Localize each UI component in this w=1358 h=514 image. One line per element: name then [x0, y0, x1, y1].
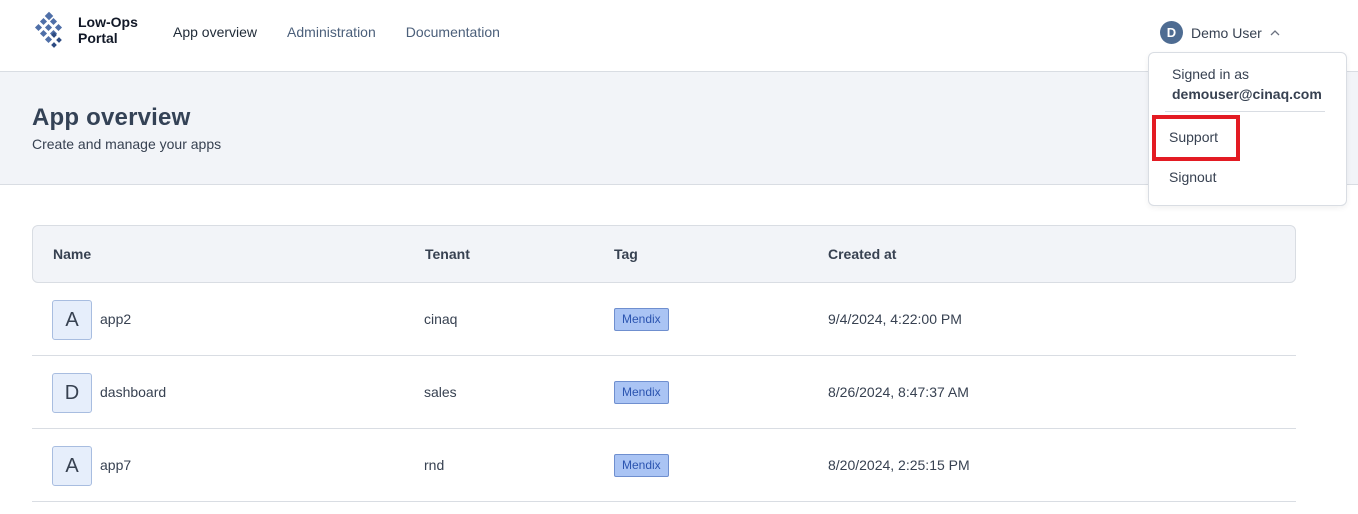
chevron-up-icon	[1270, 29, 1280, 35]
main-nav: App overview Administration Documentatio…	[173, 23, 530, 41]
app-tenant: sales	[424, 384, 457, 400]
table-header: Name Tenant Tag Created at	[32, 225, 1296, 283]
app-name[interactable]: app7	[100, 457, 131, 473]
menu-item-signout[interactable]: Signout	[1169, 169, 1216, 185]
created-at: 9/4/2024, 4:22:00 PM	[828, 311, 962, 327]
nav-documentation[interactable]: Documentation	[406, 23, 500, 41]
logo-text-line2: Portal	[78, 30, 118, 46]
user-name: Demo User	[1191, 24, 1262, 41]
column-header-tenant[interactable]: Tenant	[425, 246, 470, 262]
user-dropdown-menu: Signed in as demouser@cinaq.com Support …	[1148, 52, 1347, 206]
page-subtitle: Create and manage your apps	[32, 136, 222, 152]
column-header-name[interactable]: Name	[53, 246, 91, 262]
column-header-tag[interactable]: Tag	[614, 246, 638, 262]
column-header-created-at[interactable]: Created at	[828, 246, 896, 262]
nav-administration[interactable]: Administration	[287, 23, 376, 41]
logo-icon	[34, 11, 63, 48]
app-initial-badge[interactable]: A	[52, 446, 92, 486]
table-row[interactable]: A app7 rnd Mendix 8/20/2024, 2:25:15 PM	[32, 429, 1296, 502]
tag-badge: Mendix	[614, 454, 669, 477]
dropdown-divider	[1165, 111, 1325, 112]
app-name[interactable]: dashboard	[100, 384, 166, 400]
page-title: App overview	[32, 104, 191, 131]
created-at: 8/20/2024, 2:25:15 PM	[828, 457, 970, 473]
tag-badge: Mendix	[614, 308, 669, 331]
menu-item-support[interactable]: Support	[1169, 129, 1218, 145]
signed-in-label: Signed in as	[1172, 66, 1250, 82]
nav-app-overview[interactable]: App overview	[173, 23, 257, 41]
app-tenant: rnd	[424, 457, 445, 473]
avatar: D	[1160, 21, 1183, 44]
logo-text: Low-Ops Portal	[78, 14, 138, 46]
app-initial-badge[interactable]: D	[52, 373, 92, 413]
logo[interactable]: Low-Ops Portal	[32, 11, 138, 49]
signed-in-email: demouser@cinaq.com	[1172, 86, 1322, 102]
tag-badge: Mendix	[614, 381, 669, 404]
app-name[interactable]: app2	[100, 311, 131, 327]
app-initial-badge[interactable]: A	[52, 300, 92, 340]
user-menu-button[interactable]: D Demo User	[1160, 21, 1280, 44]
created-at: 8/26/2024, 8:47:37 AM	[828, 384, 969, 400]
logo-text-line1: Low-Ops	[78, 14, 138, 30]
table-row[interactable]: D dashboard sales Mendix 8/26/2024, 8:47…	[32, 356, 1296, 429]
app-tenant: cinaq	[424, 311, 458, 327]
table-row[interactable]: A app2 cinaq Mendix 9/4/2024, 4:22:00 PM	[32, 283, 1296, 356]
